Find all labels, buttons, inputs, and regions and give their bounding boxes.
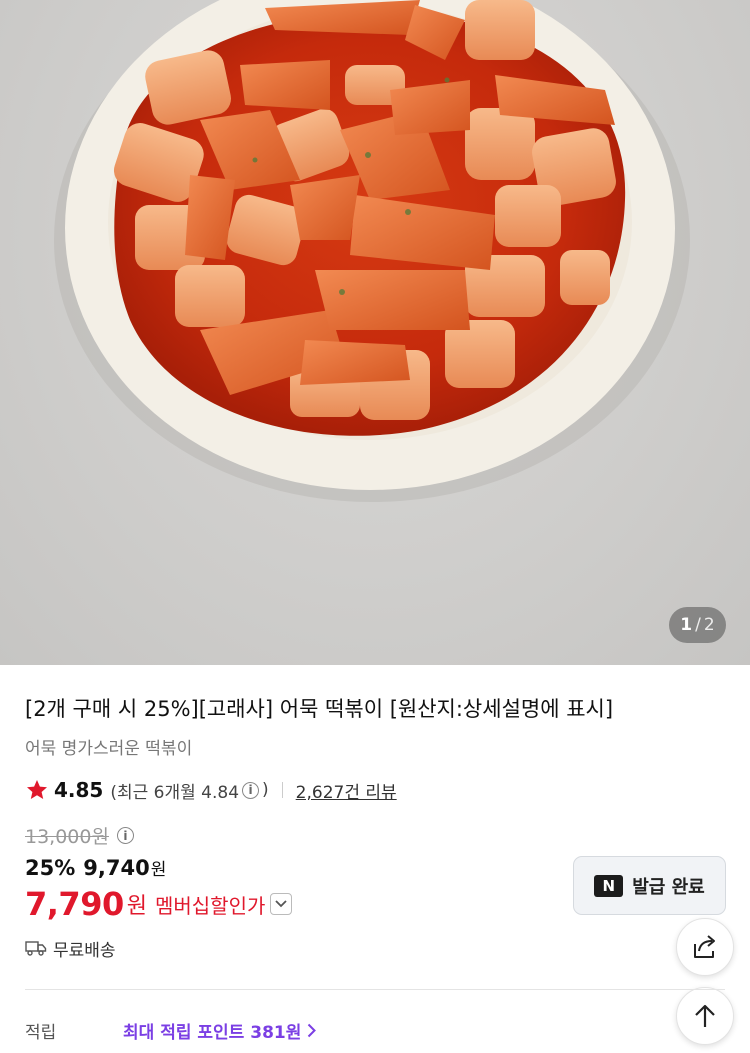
image-counter: 1 / 2 — [669, 607, 726, 643]
original-price-row: 13,000원 i — [25, 822, 137, 849]
arrow-up-icon — [695, 1004, 715, 1027]
discount-percent: 25% — [25, 856, 76, 880]
naver-logo-icon: N — [594, 874, 624, 897]
truck-icon — [25, 941, 47, 956]
image-counter-current: 1 — [680, 615, 693, 635]
tteokbokki-photo — [54, 0, 690, 502]
member-price-row[interactable]: 7,790 원 멤버십할인가 — [25, 884, 293, 924]
chevron-right-icon — [308, 1023, 317, 1037]
points-value: 최대 적립 포인트 381원 — [123, 1022, 302, 1043]
points-row: 적립 최대 적립 포인트 381원 — [25, 1016, 317, 1044]
member-price-unit: 원 — [126, 894, 147, 919]
rating-recent: (최근 6개월 4.84 — [110, 782, 240, 803]
rating-score: 4.85 — [54, 778, 104, 802]
original-price: 13,000원 — [25, 826, 109, 848]
rating-row: 4.85 (최근 6개월 4.84 i ) 2,627건 리뷰 — [25, 776, 397, 804]
sale-price-unit: 원 — [150, 860, 167, 880]
section-divider — [25, 989, 725, 990]
product-image[interactable]: 1 / 2 — [0, 0, 750, 665]
share-icon — [694, 935, 715, 958]
points-link[interactable]: 최대 적립 포인트 381원 — [123, 1018, 317, 1043]
coupon-label: 발급 완료 — [632, 876, 705, 898]
shipping-row: 무료배송 — [25, 934, 116, 962]
price-info-icon[interactable]: i — [116, 827, 134, 844]
star-icon — [27, 780, 47, 799]
member-price-label: 멤버십할인가 — [154, 893, 266, 918]
review-count-link[interactable]: 2,627건 리뷰 — [296, 778, 397, 803]
member-price: 7,790 — [25, 885, 124, 923]
product-title: [2개 구매 시 25%][고래사] 어묵 떡볶이 [원산지:상세설명에 표시] — [25, 697, 614, 721]
info-icon[interactable]: i — [242, 781, 260, 799]
rating-recent-close: ) — [262, 780, 269, 800]
scroll-top-button[interactable] — [676, 987, 734, 1045]
sale-price-row: 25% 9,740 원 — [25, 855, 166, 880]
share-button[interactable] — [676, 918, 734, 976]
divider — [281, 782, 283, 798]
image-counter-total: 2 — [703, 615, 715, 635]
sale-price: 9,740 — [83, 856, 150, 880]
coupon-issued-button[interactable]: N 발급 완료 — [573, 856, 726, 915]
shipping-label: 무료배송 — [53, 940, 116, 961]
image-counter-separator: / — [695, 615, 701, 635]
product-subtitle: 어묵 명가스러운 떡볶이 — [25, 739, 193, 759]
chevron-down-icon[interactable] — [270, 893, 293, 915]
points-label: 적립 — [25, 1022, 57, 1043]
